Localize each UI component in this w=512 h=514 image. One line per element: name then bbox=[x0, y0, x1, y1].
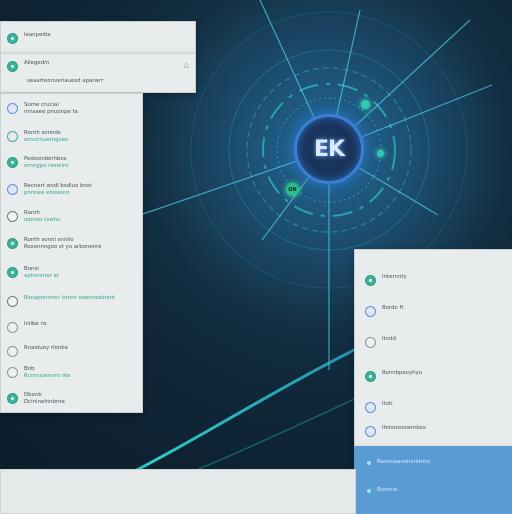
list-item[interactable]: Itotl bbox=[365, 401, 507, 413]
list-item[interactable]: Inilbe ns bbox=[7, 321, 136, 333]
outline-circle-icon bbox=[7, 103, 18, 114]
right-panel: Internnty Bordo ft Itndd Ronnbpeoyhyu It… bbox=[354, 249, 512, 448]
top-bar-item[interactable]: leanpedia bbox=[7, 32, 189, 44]
bullet-icon bbox=[367, 489, 371, 493]
gauge-icon bbox=[7, 296, 18, 307]
teal-dot-icon bbox=[7, 61, 18, 72]
list-item[interactable]: Some crucial mnsaee pnuonpe fa bbox=[7, 102, 136, 116]
list-item[interactable]: Ronth sonnds orncirnuerngoeo bbox=[7, 130, 136, 144]
node-icon bbox=[377, 150, 384, 157]
teal-dot-icon bbox=[7, 33, 18, 44]
gear-icon bbox=[7, 346, 18, 357]
teal-dot-icon bbox=[7, 267, 18, 278]
right-footer: Ravenoaoolnnetnnc Boomie bbox=[354, 446, 512, 514]
teal-dot-icon bbox=[7, 238, 18, 249]
gray-circle-icon bbox=[365, 337, 376, 348]
outline-circle-icon bbox=[7, 184, 18, 195]
teal-dot-icon bbox=[365, 275, 376, 286]
list-item[interactable]: Ranth oipnno rswhu bbox=[7, 210, 136, 224]
list-item[interactable]: Bonsl aphvnrner at bbox=[7, 266, 136, 280]
list-item[interactable]: Bordo ft bbox=[365, 305, 507, 317]
list-item[interactable]: Rnaoiuoy rlonbe bbox=[7, 345, 136, 357]
center-logo-text: EK bbox=[313, 136, 345, 162]
status-badge: ON bbox=[286, 183, 299, 196]
left-panel: Some crucial mnsaee pnuonpe fa Ronth sonn… bbox=[0, 93, 143, 413]
header-title: Alleged/n bbox=[24, 60, 50, 66]
bottom-strip bbox=[0, 469, 356, 514]
top-bar-label: leanpedia bbox=[24, 32, 51, 38]
list-item[interactable]: Ronth sonnl snnlio Rosonnngoo st yo arbon… bbox=[7, 237, 136, 251]
footer-item[interactable]: Boomie bbox=[367, 487, 507, 494]
teal-dot-icon bbox=[7, 393, 18, 404]
ring-icon bbox=[7, 211, 18, 222]
blue-circle-icon bbox=[365, 306, 376, 317]
gear-icon bbox=[7, 367, 18, 378]
footer-item[interactable]: Ravenoaoolnnetnnc bbox=[367, 459, 507, 466]
header-item[interactable]: Alleged/n bbox=[7, 60, 189, 72]
list-item[interactable]: Bsnaponnner lstnnt ooeonesbonb bbox=[7, 295, 136, 307]
center-logo: EK bbox=[294, 114, 364, 184]
list-item[interactable]: Dbonb Dclnlnelnnbrne bbox=[7, 392, 136, 406]
gear-icon bbox=[7, 322, 18, 333]
list-item[interactable]: Recnert wsdl bsdluo bnst pnnnee ehoaonn bbox=[7, 183, 136, 197]
list-item[interactable]: Ifelorosiowmbos bbox=[365, 425, 507, 437]
ring-arrow-icon bbox=[7, 131, 18, 142]
header-panel: Alleged/n △ seaarteonveriauesd aparwrr bbox=[0, 53, 196, 93]
list-item[interactable]: Ronnbpeoyhyu bbox=[365, 370, 507, 382]
list-item[interactable]: Pedsondenhbos ornngpo rwnelnt bbox=[7, 156, 136, 170]
teal-dot-icon bbox=[7, 157, 18, 168]
list-item[interactable]: Internnty bbox=[365, 274, 507, 286]
top-bar: leanpedia bbox=[0, 21, 196, 54]
teal-dot-icon bbox=[365, 371, 376, 382]
list-item[interactable]: Itndd bbox=[365, 336, 507, 348]
blue-circle-icon bbox=[365, 402, 376, 413]
triangle-icon[interactable]: △ bbox=[184, 61, 189, 69]
blue-circle-icon bbox=[365, 426, 376, 437]
list-item[interactable]: Bnb Rcrnnsannrm ote bbox=[7, 366, 136, 380]
bullet-icon bbox=[367, 461, 371, 465]
header-subtitle: seaarteonveriauesd aparwrr bbox=[27, 78, 104, 84]
node-icon bbox=[361, 100, 370, 109]
